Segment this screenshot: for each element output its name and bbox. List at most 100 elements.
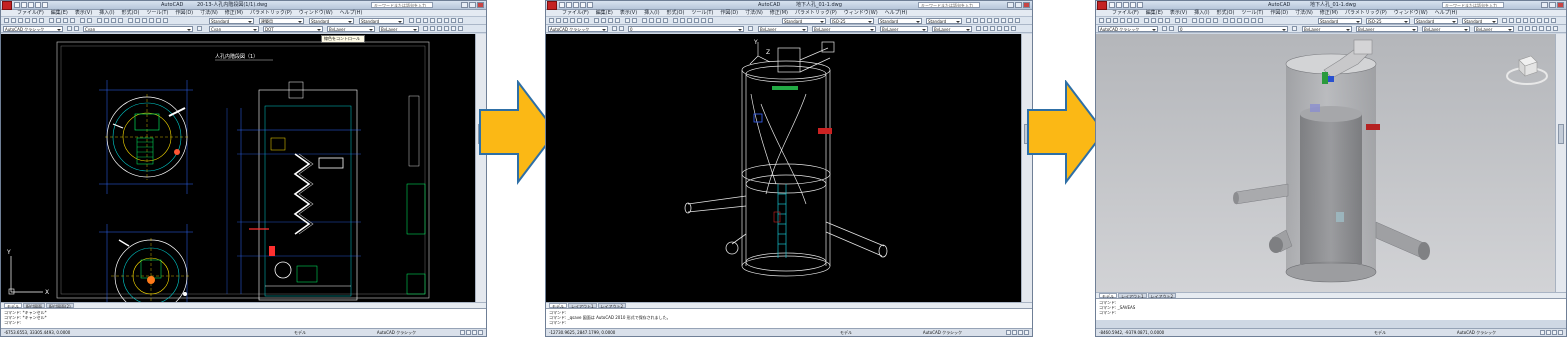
linetype-combo[interactable]: ByLayer — [812, 26, 876, 32]
search-input[interactable]: キーワードまたは語句を入力 — [918, 2, 980, 8]
open-icon[interactable] — [566, 2, 572, 8]
lineweight-combo[interactable]: ByLayer — [327, 26, 375, 32]
multileader-style-combo[interactable]: Standard — [926, 18, 962, 24]
menu-tools[interactable]: ツール(T) — [146, 10, 168, 16]
menu-insert[interactable]: 挿入(I) — [99, 10, 114, 16]
viewcube-icon[interactable] — [1503, 46, 1551, 94]
visual-style-icon[interactable] — [976, 26, 981, 31]
menu-parametric[interactable]: パラメトリック(P) — [1345, 10, 1387, 16]
color-combo[interactable]: ByLayer — [758, 26, 808, 32]
lock-icon[interactable] — [458, 18, 463, 23]
open-icon[interactable] — [21, 2, 27, 8]
redo-icon[interactable] — [587, 2, 593, 8]
hardware-icon[interactable] — [466, 330, 471, 335]
linetype-combo[interactable]: ByLayer — [1356, 26, 1418, 32]
copy-icon[interactable] — [56, 18, 61, 23]
open-icon[interactable] — [1116, 2, 1122, 8]
workspace-switch[interactable]: AutoCAD クラシック — [377, 330, 416, 336]
layer-previous-icon[interactable] — [973, 18, 978, 23]
hardware-icon[interactable] — [1012, 330, 1017, 335]
save-icon[interactable] — [18, 18, 23, 23]
tool-palette-icon[interactable] — [142, 18, 147, 23]
redo-icon[interactable] — [1137, 2, 1143, 8]
markup-icon[interactable] — [1251, 18, 1256, 23]
layer-states-icon[interactable] — [1502, 18, 1507, 23]
scroll-thumb[interactable] — [1558, 124, 1564, 144]
freeze-icon[interactable] — [444, 18, 449, 23]
pan-icon[interactable] — [642, 18, 647, 23]
workspace-combo[interactable]: AutoCAD クラシック — [3, 26, 63, 32]
pan-icon[interactable] — [1192, 18, 1197, 23]
application-menu-button[interactable] — [547, 1, 557, 10]
menu-modify[interactable]: 修正(M) — [1320, 10, 1338, 16]
menu-draw[interactable]: 作図(D) — [720, 10, 738, 16]
drawing-area-wireframe[interactable]: Y Z — [546, 34, 1022, 302]
layer-states-icon[interactable] — [966, 18, 971, 23]
isolate-icon[interactable] — [1523, 18, 1528, 23]
calculator-icon[interactable] — [163, 18, 168, 23]
drawing-area-shaded[interactable] — [1096, 34, 1556, 292]
sheet-set-icon[interactable] — [149, 18, 154, 23]
open-icon[interactable] — [556, 18, 561, 23]
workspace-combo[interactable]: AutoCAD クラシック — [548, 26, 608, 32]
menu-tools[interactable]: ツール(T) — [1241, 10, 1263, 16]
maximize-icon[interactable] — [1015, 2, 1022, 8]
text-style-combo[interactable]: Standard — [782, 18, 826, 24]
off-icon[interactable] — [1008, 18, 1013, 23]
design-center-icon[interactable] — [680, 18, 685, 23]
menu-window[interactable]: ウィンドウ(W) — [299, 10, 333, 16]
print-icon[interactable] — [25, 18, 30, 23]
lineweight-combo[interactable]: ByLayer — [1422, 26, 1470, 32]
tool-palette-icon[interactable] — [1237, 18, 1242, 23]
save-icon[interactable] — [1113, 18, 1118, 23]
markup-icon[interactable] — [156, 18, 161, 23]
visual-style-icon[interactable] — [1518, 26, 1523, 31]
wireframe-icon[interactable] — [983, 26, 988, 31]
zoom-previous-icon[interactable] — [663, 18, 668, 23]
lock-icon[interactable] — [1551, 18, 1556, 23]
visual-style-icon[interactable] — [423, 26, 428, 31]
undo-icon[interactable] — [580, 2, 586, 8]
workspace-switch[interactable]: AutoCAD クラシック — [1457, 330, 1496, 336]
menu-edit[interactable]: 編集(E) — [51, 10, 68, 16]
preview-icon[interactable] — [32, 18, 37, 23]
drawing-area-2d[interactable]: 人孔内階段図（1） Y X — [1, 34, 475, 302]
menu-view[interactable]: 表示(V) — [620, 10, 637, 16]
command-line-3[interactable]: コマンド: — [1099, 310, 1563, 315]
new-icon[interactable] — [549, 18, 554, 23]
menu-file[interactable]: ファイル(F) — [17, 10, 44, 16]
text-style-combo[interactable]: Standard — [1318, 18, 1362, 24]
shaded-icon[interactable] — [458, 26, 463, 31]
layer-properties-icon[interactable] — [612, 26, 617, 31]
new-icon[interactable] — [14, 2, 20, 8]
zoom-icon[interactable] — [104, 18, 109, 23]
freeze-icon[interactable] — [1537, 18, 1542, 23]
lineweight-combo[interactable]: ByLayer — [880, 26, 928, 32]
publish-icon[interactable] — [1134, 18, 1139, 23]
new-icon[interactable] — [559, 2, 565, 8]
zoom-window-icon[interactable] — [656, 18, 661, 23]
print-icon[interactable] — [570, 18, 575, 23]
layer-state-icon[interactable] — [619, 26, 624, 31]
command-window[interactable]: コマンド: *キャンセル* コマンド: *キャンセル* コマンド: — [1, 308, 486, 330]
menu-tools[interactable]: ツール(T) — [691, 10, 713, 16]
layer-properties-icon[interactable] — [1162, 26, 1167, 31]
table-style-combo[interactable]: Standard — [878, 18, 922, 24]
open-icon[interactable] — [11, 18, 16, 23]
minimize-icon[interactable] — [1007, 2, 1014, 8]
menu-help[interactable]: ヘルプ(H) — [1435, 10, 1458, 16]
make-current-icon[interactable] — [1516, 18, 1521, 23]
menu-dimension[interactable]: 寸法(N) — [200, 10, 218, 16]
freeze-icon[interactable] — [1001, 18, 1006, 23]
menu-draw[interactable]: 作図(D) — [175, 10, 193, 16]
menu-parametric[interactable]: パラメトリック(P) — [795, 10, 837, 16]
conceptual-icon[interactable] — [1546, 26, 1551, 31]
menu-view[interactable]: 表示(V) — [1170, 10, 1187, 16]
zoom-icon[interactable] — [1199, 18, 1204, 23]
undo-icon[interactable] — [35, 2, 41, 8]
properties-icon[interactable] — [1223, 18, 1228, 23]
wireframe-icon[interactable] — [430, 26, 435, 31]
clean-screen-icon[interactable] — [1558, 330, 1563, 335]
open-icon[interactable] — [1106, 18, 1111, 23]
maximize-icon[interactable] — [1549, 2, 1556, 8]
